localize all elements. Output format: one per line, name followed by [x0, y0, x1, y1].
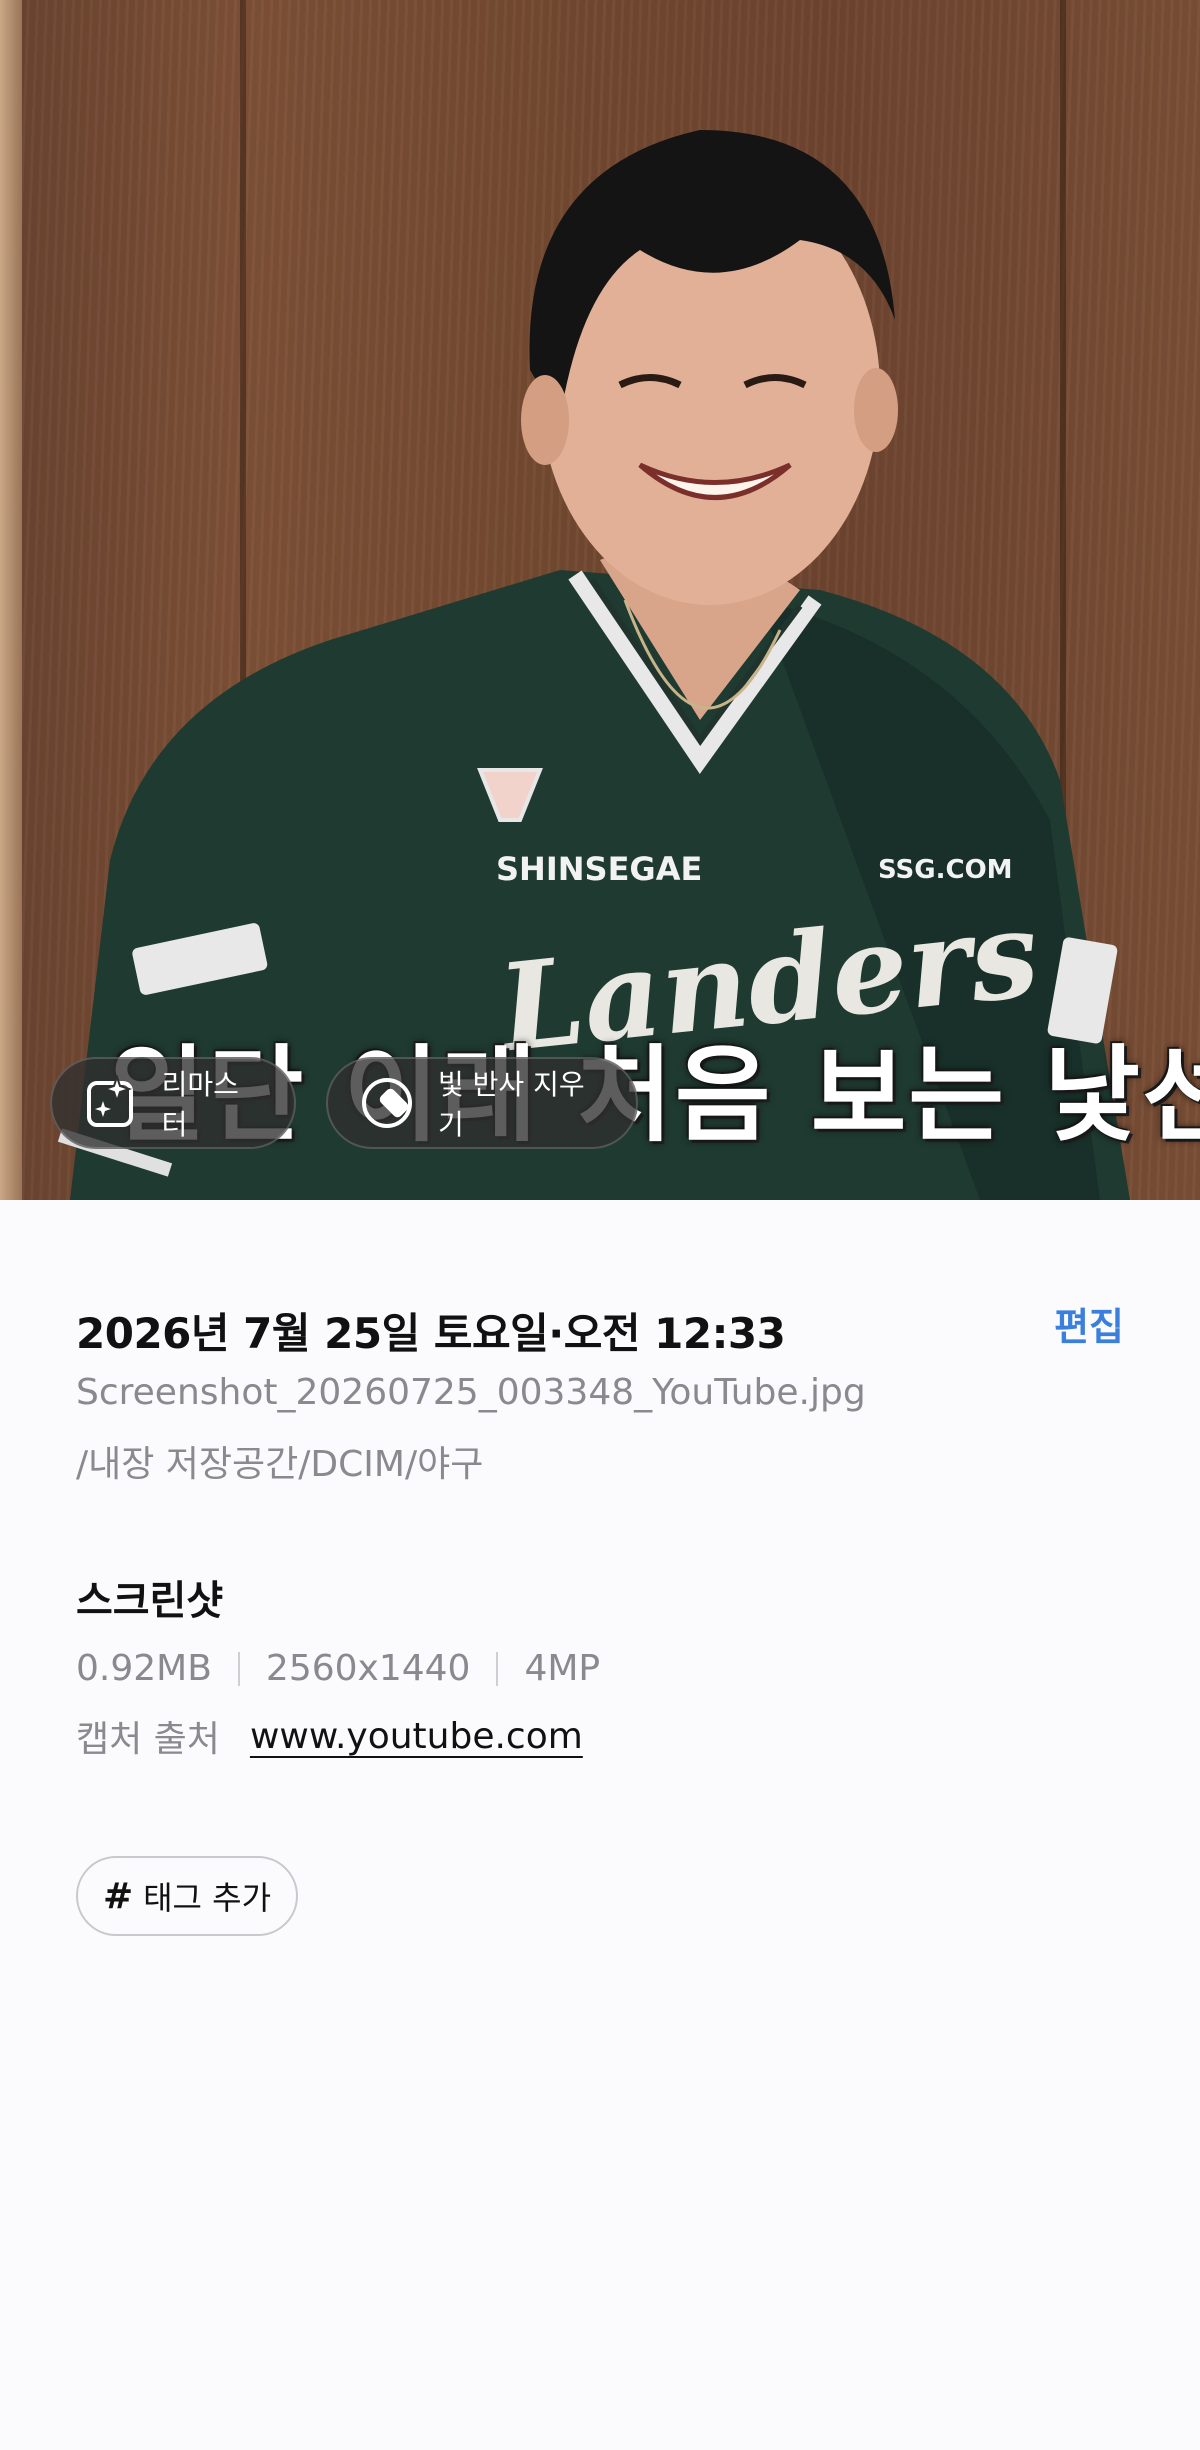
file-name: Screenshot_20260725_003348_YouTube.jpg [76, 1372, 866, 1413]
file-size: 0.92MB [76, 1648, 212, 1689]
file-metadata-row: 0.92MB 2560x1440 4MP [76, 1648, 600, 1689]
capture-source-row: 캡처 출처 www.youtube.com [76, 1710, 583, 1762]
divider [237, 1651, 240, 1686]
divider [496, 1651, 499, 1686]
hash-icon: # [102, 1875, 134, 1917]
sparkle-frame-icon [82, 1074, 140, 1132]
remaster-label: 리마스터 [161, 1068, 239, 1141]
image-resolution: 2560x1440 [265, 1648, 471, 1689]
file-path: /내장 저장공간/DCIM/야구 [76, 1444, 484, 1485]
right-ear [854, 368, 898, 452]
add-tag-label: 태그 추가 [143, 1879, 272, 1917]
capture-source-link[interactable]: www.youtube.com [250, 1716, 583, 1757]
photo-viewer[interactable]: SHINSEGAE SSG.COM Landers 일단 이래 처음 보는 낯선… [0, 0, 1200, 1200]
remove-glare-button[interactable]: 빛 반사 지우기 [326, 1057, 638, 1149]
left-ear [521, 375, 569, 465]
add-tag-button[interactable]: # 태그 추가 [76, 1856, 298, 1936]
edit-details-button[interactable]: 편집 [1054, 1296, 1124, 1351]
remaster-button[interactable]: 리마스터 [50, 1057, 296, 1149]
image-type-title: 스크린샷 [76, 1578, 224, 1624]
glare-remove-icon [358, 1074, 416, 1132]
jersey-brand-text: SHINSEGAE [496, 850, 702, 888]
capture-date-time: 2026년 7월 25일 토요일·오전 12:33 [76, 1309, 786, 1358]
remove-glare-label: 빛 반사 지우기 [438, 1068, 585, 1141]
capture-source-label: 캡처 출처 [76, 1719, 220, 1760]
megapixels: 4MP [524, 1648, 601, 1689]
details-panel: 2026년 7월 25일 토요일·오전 12:33 편집 Screenshot_… [0, 1200, 1200, 2450]
jersey-sponsor-text: SSG.COM [878, 855, 1013, 885]
